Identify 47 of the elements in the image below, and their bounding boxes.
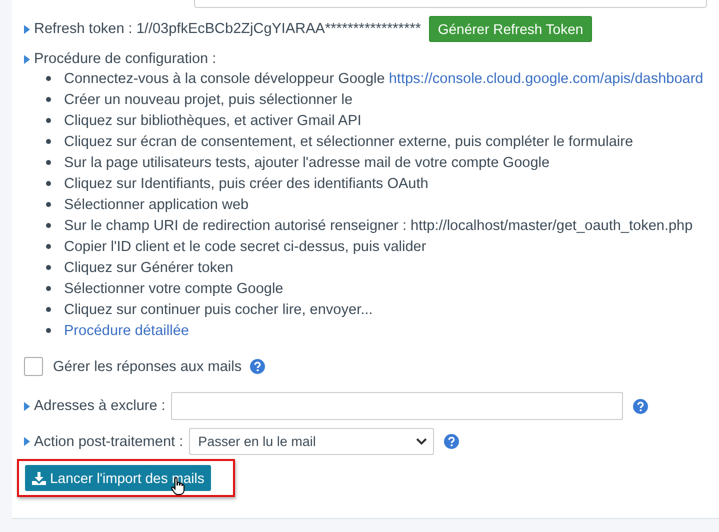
post-action-label: Action post-traitement : (34, 434, 184, 450)
step-text: Sur la page utilisateurs tests, ajouter l'adresse mail de votre compte Google (64, 154, 550, 170)
exclude-label: Adresses à exclure : (34, 398, 166, 414)
step-text: Cliquez sur écran de consentement, et sélectionner externe, puis compléter le formulaire (64, 134, 634, 150)
step-text: Sélectionner application web (64, 196, 249, 212)
step-text: Sur le champ URI de redirection autorisé renseigner : http://localhost/master/get_oauth_token.php (64, 218, 693, 234)
caret-right-icon (24, 437, 30, 446)
bullet-icon (46, 286, 51, 291)
caret-right-icon (24, 24, 30, 34)
caret-right-icon (24, 54, 30, 64)
help-icon[interactable] (633, 398, 648, 414)
bullet-icon (46, 265, 51, 270)
post-action-select[interactable]: Passer en lu le mail (189, 428, 434, 455)
bullet-icon (46, 76, 51, 81)
help-icon[interactable] (444, 434, 460, 449)
procedure-heading: Procédure de configuration : (34, 51, 216, 67)
exclude-field[interactable] (171, 392, 624, 420)
manage-replies-label: Gérer les réponses aux mails (53, 358, 242, 374)
step-text: Connectez-vous à la console développeur Google https://console.cloud.google.com/apis/dashboard (64, 70, 704, 86)
step-text: Cliquez sur bibliothèques, et activer Gmail API (64, 112, 362, 128)
bullet-icon (46, 307, 51, 312)
detailed-procedure-link[interactable]: Procédure détaillée (64, 322, 189, 338)
caret-right-icon (24, 402, 30, 410)
step-text: Cliquez sur Générer token (64, 260, 234, 276)
bullet-icon (46, 202, 51, 207)
bullet-icon (46, 118, 51, 123)
bullet-icon (46, 223, 51, 228)
refresh-token-label: Refresh token : 1//03pfkEcBCb2ZjCgYIARAA***************** (34, 21, 421, 37)
bullet-icon (46, 328, 51, 333)
help-icon[interactable] (250, 359, 265, 374)
step-text: Cliquez sur continuer puis cocher lire, envoyer... (64, 302, 373, 318)
download-icon (32, 472, 46, 484)
text-field[interactable] (194, 0, 707, 8)
generate-refresh-token-button[interactable]: Générer Refresh Token (428, 16, 592, 42)
step-text: Cliquez sur Identifiants, puis créer des identifiants OAuth (64, 176, 428, 192)
console-link[interactable]: https://console.cloud.google.com/apis/dashboard (388, 70, 704, 86)
bullet-icon (46, 139, 51, 144)
bullet-icon (46, 244, 51, 249)
bullet-icon (46, 181, 51, 186)
checkbox[interactable] (24, 357, 43, 376)
bullet-icon (46, 97, 51, 102)
chevron-down-icon (416, 438, 428, 445)
step-text: Créer un nouveau projet, puis sélectionner le (64, 92, 353, 108)
import-mails-button[interactable]: Lancer l'import des mails (25, 465, 212, 491)
bullet-icon (46, 160, 51, 165)
step-text: Copier l'ID client et le code secret ci-dessus, puis valider (64, 238, 426, 254)
step-text: Sélectionner votre compte Google (64, 280, 284, 296)
